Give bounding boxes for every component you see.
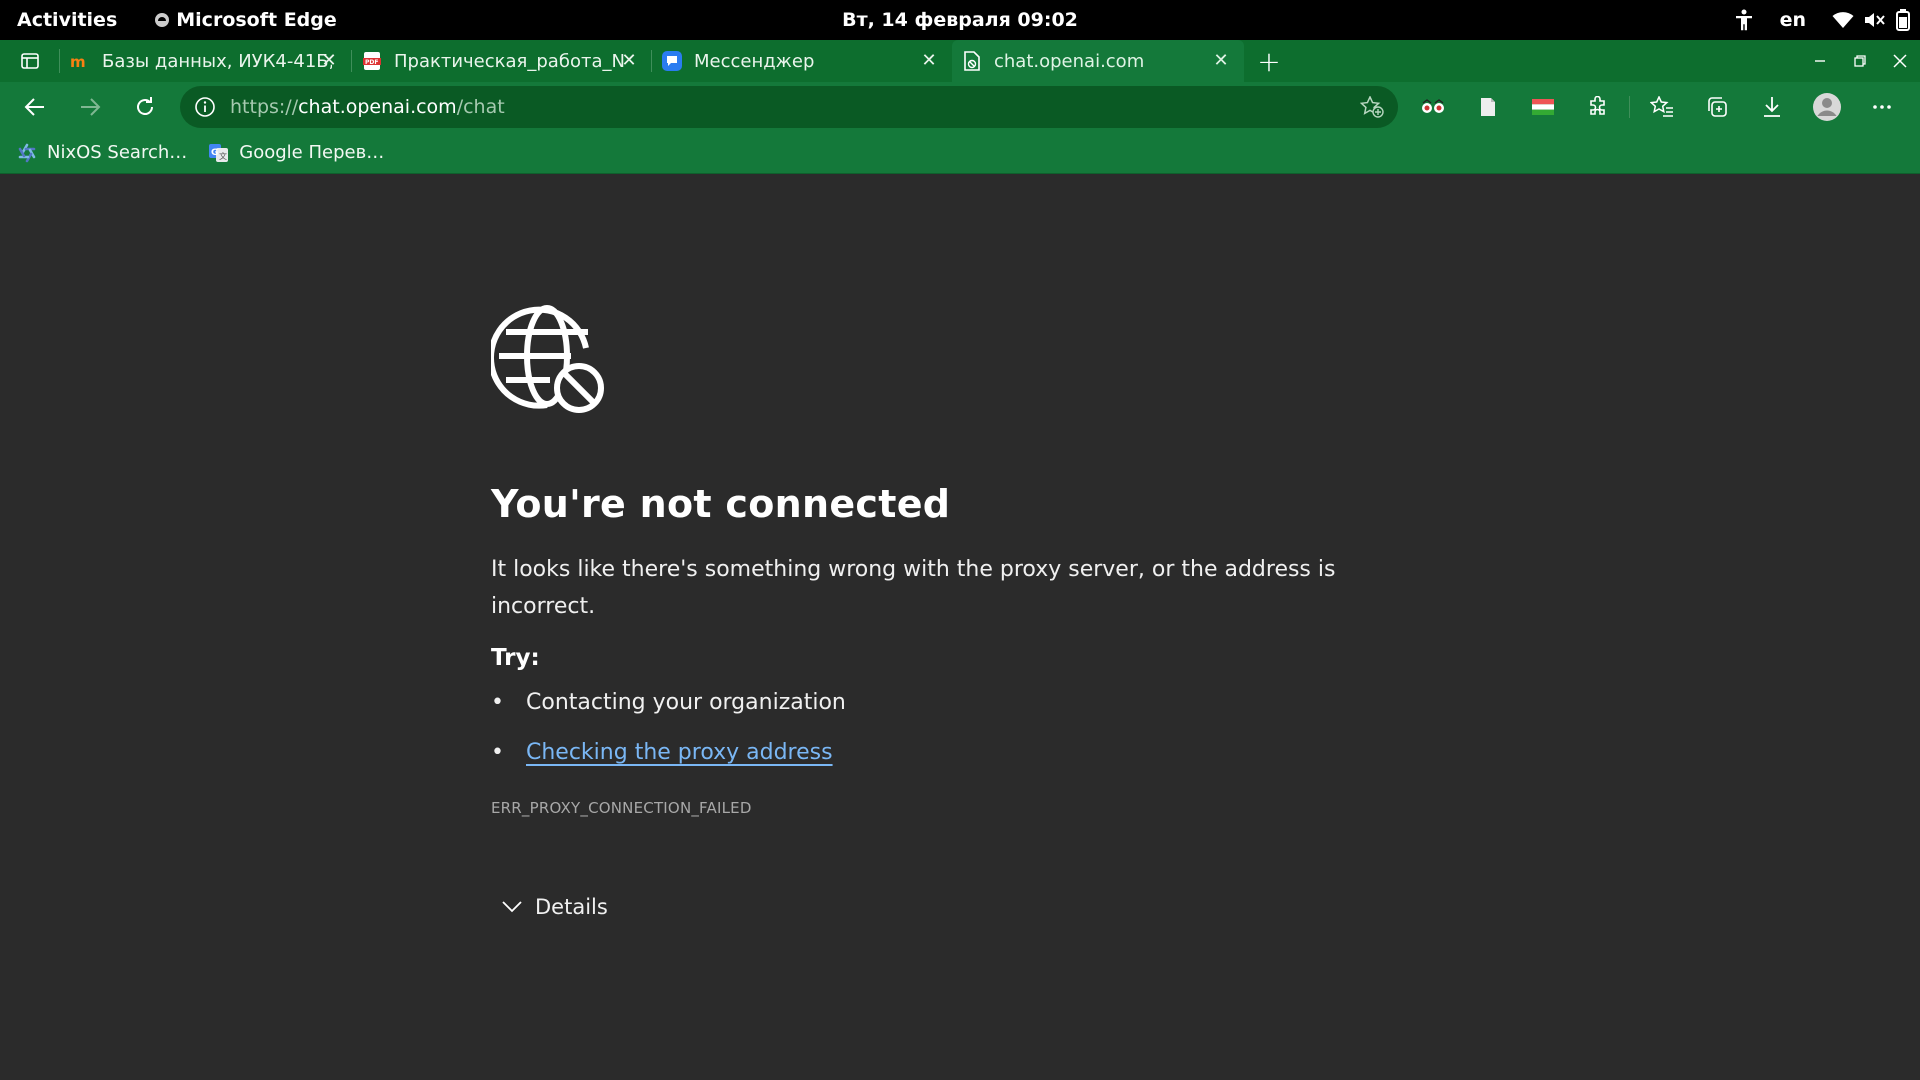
window-controls xyxy=(1800,40,1920,82)
refresh-button[interactable] xyxy=(117,82,172,132)
extensions-icon[interactable] xyxy=(1570,82,1625,132)
google-translate-icon: G文 xyxy=(209,143,229,162)
svg-text:m: m xyxy=(70,53,86,69)
url-text[interactable]: https://chat.openai.com/chat xyxy=(230,96,505,118)
close-tab-icon[interactable]: ✕ xyxy=(318,49,340,71)
accessibility-icon[interactable] xyxy=(1734,9,1754,31)
bookmark-nixos-search[interactable]: NixOS Search… xyxy=(17,142,187,163)
messenger-icon xyxy=(662,51,682,71)
details-toggle[interactable]: Details xyxy=(491,895,1351,919)
close-window-button[interactable] xyxy=(1880,54,1920,68)
toolbar-extensions xyxy=(1405,82,1909,132)
tab-actions-button[interactable] xyxy=(0,49,60,73)
downloads-icon[interactable] xyxy=(1744,82,1799,132)
keyboard-layout-indicator[interactable]: en xyxy=(1780,9,1806,31)
close-icon xyxy=(1893,54,1907,68)
battery-icon[interactable] xyxy=(1896,9,1910,31)
restore-icon xyxy=(1854,55,1866,67)
add-favorite-icon[interactable] xyxy=(1359,95,1384,123)
profile-avatar[interactable] xyxy=(1799,82,1854,132)
close-tab-icon[interactable]: ✕ xyxy=(618,49,640,71)
volume-muted-icon[interactable] xyxy=(1864,11,1886,29)
wifi-icon[interactable] xyxy=(1832,11,1854,29)
activities-button[interactable]: Activities xyxy=(17,9,117,31)
moodle-icon: m xyxy=(70,51,90,71)
avatar-icon xyxy=(1812,93,1841,121)
new-tab-button[interactable]: + xyxy=(1248,40,1290,82)
tab-strip: m Базы данных, ИУК4-41Б, ✕ PDF Практичес… xyxy=(0,40,1920,82)
minimize-button[interactable] xyxy=(1800,55,1840,67)
favorites-icon[interactable] xyxy=(1634,82,1689,132)
error-heading: You're not connected xyxy=(491,482,951,526)
toolbar-divider xyxy=(1629,96,1630,118)
chevron-down-icon xyxy=(502,901,522,913)
collections-icon[interactable] xyxy=(1689,82,1744,132)
try-label: Try: xyxy=(491,645,540,671)
address-bar[interactable]: https://chat.openai.com/chat xyxy=(180,86,1398,128)
suggestion-check-proxy: Checking the proxy address xyxy=(491,737,1351,787)
back-arrow-icon xyxy=(24,98,44,116)
suggestions-list: Contacting your organization Checking th… xyxy=(491,687,1351,787)
app-menu[interactable]: Microsoft Edge xyxy=(154,9,337,31)
plus-icon: + xyxy=(1257,44,1281,78)
extension-document-icon[interactable] xyxy=(1460,82,1515,132)
close-tab-icon[interactable]: ✕ xyxy=(1210,49,1232,71)
forward-button[interactable] xyxy=(62,82,117,132)
error-code: ERR_PROXY_CONNECTION_FAILED xyxy=(491,799,752,817)
tab-databases[interactable]: m Базы данных, ИУК4-41Б, ✕ xyxy=(60,40,352,82)
error-panel: You're not connected It looks like there… xyxy=(488,300,1351,919)
edge-icon xyxy=(155,13,170,27)
check-proxy-link[interactable]: Checking the proxy address xyxy=(526,740,833,765)
nixos-icon xyxy=(18,143,36,162)
back-button[interactable] xyxy=(7,82,62,132)
vertical-tabs-icon xyxy=(20,53,39,69)
site-info-icon[interactable] xyxy=(180,96,230,118)
forward-arrow-icon xyxy=(80,98,100,116)
tab-title: Мессенджер xyxy=(694,50,815,72)
svg-text:文: 文 xyxy=(219,151,227,161)
tab-messenger[interactable]: Мессенджер ✕ xyxy=(652,40,952,82)
browser-toolbar: https://chat.openai.com/chat xyxy=(0,82,1920,132)
refresh-icon xyxy=(136,97,153,115)
suggestion-contact-organization: Contacting your organization xyxy=(491,687,1351,737)
favorites-bar: NixOS Search… G文 Google Перев… xyxy=(0,132,1920,174)
page-content: You're not connected It looks like there… xyxy=(0,174,1920,1080)
clock[interactable]: Вт, 14 февраля 09:02 xyxy=(842,9,1078,31)
svg-text:G: G xyxy=(211,148,218,158)
extension-flag-icon[interactable] xyxy=(1515,82,1570,132)
tab-title: Базы данных, ИУК4-41Б, xyxy=(102,50,332,72)
broken-page-icon xyxy=(962,51,982,71)
restore-button[interactable] xyxy=(1840,55,1880,67)
system-tray[interactable]: en xyxy=(1734,0,1910,40)
more-icon xyxy=(1872,105,1891,109)
bookmark-label: NixOS Search… xyxy=(47,142,188,163)
bookmark-label: Google Перев… xyxy=(239,142,385,163)
app-name: Microsoft Edge xyxy=(176,9,337,31)
globe-blocked-icon xyxy=(488,305,604,413)
tab-title: chat.openai.com xyxy=(994,50,1145,72)
tab-title: Практическая_работа_N xyxy=(394,50,625,72)
tab-practical-work[interactable]: PDF Практическая_работа_N ✕ xyxy=(352,40,652,82)
error-description: It looks like there's something wrong wi… xyxy=(491,557,1336,619)
system-top-bar: Вт, 14 февраля 09:02 Activities Microsof… xyxy=(0,0,1920,40)
extension-glasses-icon[interactable] xyxy=(1405,82,1460,132)
minimize-icon xyxy=(1815,60,1825,62)
tab-chat-openai[interactable]: chat.openai.com ✕ xyxy=(952,40,1244,82)
pdf-icon: PDF xyxy=(362,51,382,71)
bookmark-google-translate[interactable]: G文 Google Перев… xyxy=(209,142,384,163)
svg-text:PDF: PDF xyxy=(365,59,378,66)
details-label: Details xyxy=(535,895,608,919)
close-tab-icon[interactable]: ✕ xyxy=(918,49,940,71)
settings-more-button[interactable] xyxy=(1854,82,1909,132)
